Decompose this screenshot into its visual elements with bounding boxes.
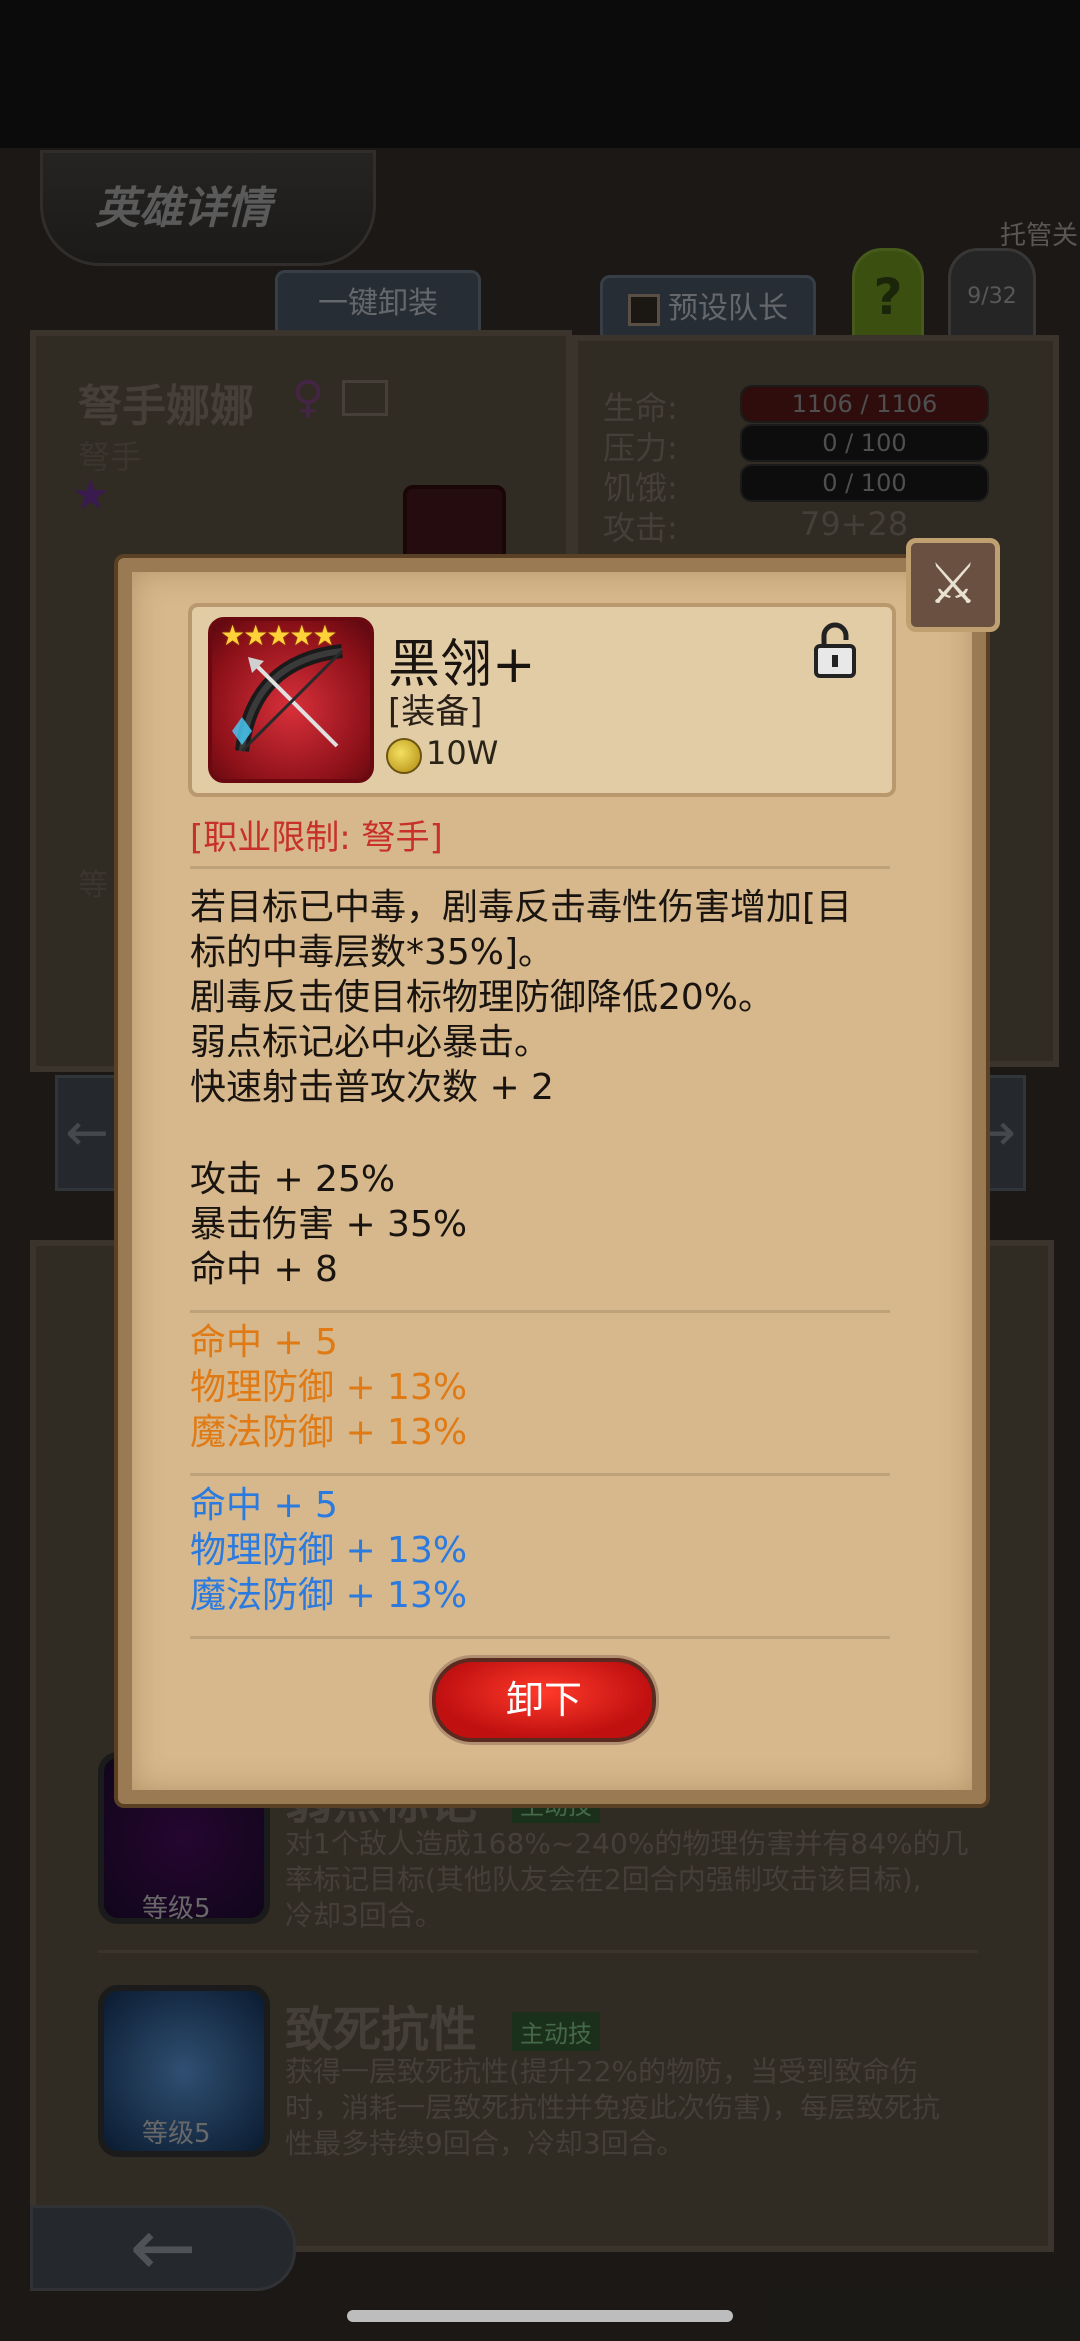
base-stats: 攻击 + 25% 暴击伤害 + 35% 命中 + 8 bbox=[190, 1157, 467, 1292]
divider bbox=[190, 1636, 890, 1639]
class-restriction: [职业限制: 弩手] bbox=[190, 818, 443, 858]
effect-line: 剧毒反击使目标物理防御降低20%。 bbox=[190, 977, 775, 1018]
stat-line: 命中 + 5 bbox=[190, 1485, 338, 1526]
stat-line: 物理防御 + 13% bbox=[190, 1367, 468, 1408]
stat-line: 物理防御 + 13% bbox=[190, 1530, 468, 1571]
divider bbox=[190, 1473, 890, 1476]
stat-line: 攻击 + 25% bbox=[190, 1159, 396, 1200]
effect-line: 若目标已中毒，剧毒反击毒性伤害增加[目 bbox=[190, 887, 853, 928]
stat-line: 命中 + 5 bbox=[190, 1322, 338, 1363]
crossed-swords-icon[interactable]: ⚔ bbox=[906, 538, 1000, 632]
divider bbox=[190, 866, 890, 869]
effect-line: 快速射击普攻次数 + 2 bbox=[190, 1067, 554, 1108]
stat-line: 命中 + 8 bbox=[190, 1249, 338, 1290]
stat-line: 暴击伤害 + 35% bbox=[190, 1204, 468, 1245]
gold-coin-icon bbox=[386, 738, 422, 774]
stat-line: 魔法防御 + 13% bbox=[190, 1412, 468, 1453]
rarity-stars: ★★★★★ bbox=[220, 619, 338, 652]
item-price: 10W bbox=[426, 734, 499, 772]
effect-line: 弱点标记必中必暴击。 bbox=[190, 1022, 551, 1063]
blue-affix-stats: 命中 + 5 物理防御 + 13% 魔法防御 + 13% bbox=[190, 1483, 467, 1618]
divider bbox=[190, 1310, 890, 1313]
special-effects: 若目标已中毒，剧毒反击毒性伤害增加[目 标的中毒层数*35%]。 剧毒反击使目标… bbox=[190, 885, 910, 1110]
orange-affix-stats: 命中 + 5 物理防御 + 13% 魔法防御 + 13% bbox=[190, 1320, 467, 1455]
effect-line: 标的中毒层数*35%]。 bbox=[190, 932, 555, 973]
home-indicator[interactable] bbox=[347, 2310, 733, 2322]
stat-line: 魔法防御 + 13% bbox=[190, 1575, 468, 1616]
item-type: [装备] bbox=[388, 692, 483, 732]
unequip-button[interactable]: 卸下 bbox=[432, 1658, 656, 1742]
padlock-icon[interactable] bbox=[812, 622, 858, 682]
